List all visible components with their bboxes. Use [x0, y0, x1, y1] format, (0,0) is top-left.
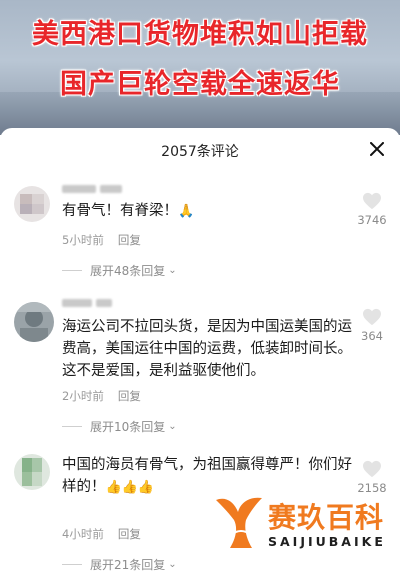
reply-button[interactable]: 回复: [118, 233, 141, 247]
comment-time: 5小时前: [62, 233, 104, 247]
avatar[interactable]: [14, 186, 50, 222]
expand-replies-label: 展开48条回复: [90, 264, 166, 278]
comment-time: 2小时前: [62, 389, 104, 403]
close-icon: [370, 142, 384, 156]
like-button[interactable]: 364: [352, 308, 392, 343]
expand-replies-button[interactable]: 展开48条回复 ⌄: [62, 262, 177, 279]
watermark-name-en: SAIJIUBAIKE: [268, 534, 386, 549]
avatar[interactable]: [14, 302, 54, 342]
comment-body: 有骨气！有脊梁！: [62, 203, 178, 219]
watermark-name-cn: 赛玖百科: [268, 501, 385, 534]
sheet-header: 2057条评论: [0, 128, 400, 172]
expand-replies-button[interactable]: 展开10条回复 ⌄: [62, 418, 177, 435]
like-count: 3746: [357, 213, 387, 227]
chevron-down-icon: ⌄: [168, 559, 177, 570]
video-headline-line2: 国产巨轮空载全速返华: [60, 69, 340, 100]
watermark: 赛玖百科 SAIJIUBAIKE: [212, 490, 398, 570]
reply-button[interactable]: 回复: [118, 389, 141, 403]
thumbs-up-emoji-icon: 👍👍👍: [105, 480, 155, 495]
video-banner: 美西港口货物堆积如山拒载 国产巨轮空载全速返华: [0, 0, 400, 135]
divider: [62, 270, 82, 271]
expand-replies-button[interactable]: 展开21条回复 ⌄: [62, 556, 177, 573]
heart-icon: [363, 308, 381, 326]
close-button[interactable]: [366, 138, 388, 160]
username-redacted[interactable]: [62, 296, 116, 309]
comment-meta: 4小时前 回复: [62, 526, 141, 542]
divider: [62, 564, 82, 565]
chevron-down-icon: ⌄: [168, 421, 177, 432]
comment-text: 有骨气！有脊梁！🙏: [62, 200, 352, 223]
divider: [62, 426, 82, 427]
reply-button[interactable]: 回复: [118, 527, 141, 541]
expand-replies-label: 展开21条回复: [90, 558, 166, 572]
avatar[interactable]: [14, 454, 50, 490]
video-headline-line1: 美西港口货物堆积如山拒载: [32, 19, 368, 50]
comment-time: 4小时前: [62, 527, 104, 541]
chevron-down-icon: ⌄: [168, 265, 177, 276]
comment-item: 有骨气！有脊梁！🙏 5小时前 回复 展开48条回复 ⌄ 3746: [0, 172, 400, 292]
comment-item: 海运公司不拉回头货，是因为中国运美国的运费高，美国运往中国的运费，低装卸时间长。…: [0, 292, 400, 442]
heart-icon: [363, 460, 381, 478]
comment-count-title: 2057条评论: [161, 144, 239, 160]
comment-text: 海运公司不拉回头货，是因为中国运美国的运费高，美国运往中国的运费，低装卸时间长。…: [62, 319, 352, 379]
comment-meta: 5小时前 回复: [62, 232, 141, 248]
heart-icon: [363, 192, 381, 210]
like-button[interactable]: 3746: [352, 192, 392, 227]
pray-emoji-icon: 🙏: [178, 204, 195, 219]
whale-tail-logo-icon: [216, 497, 262, 548]
comment-meta: 2小时前 回复: [62, 388, 141, 404]
like-count: 364: [361, 329, 383, 343]
expand-replies-label: 展开10条回复: [90, 420, 166, 434]
username-redacted[interactable]: [62, 182, 126, 195]
